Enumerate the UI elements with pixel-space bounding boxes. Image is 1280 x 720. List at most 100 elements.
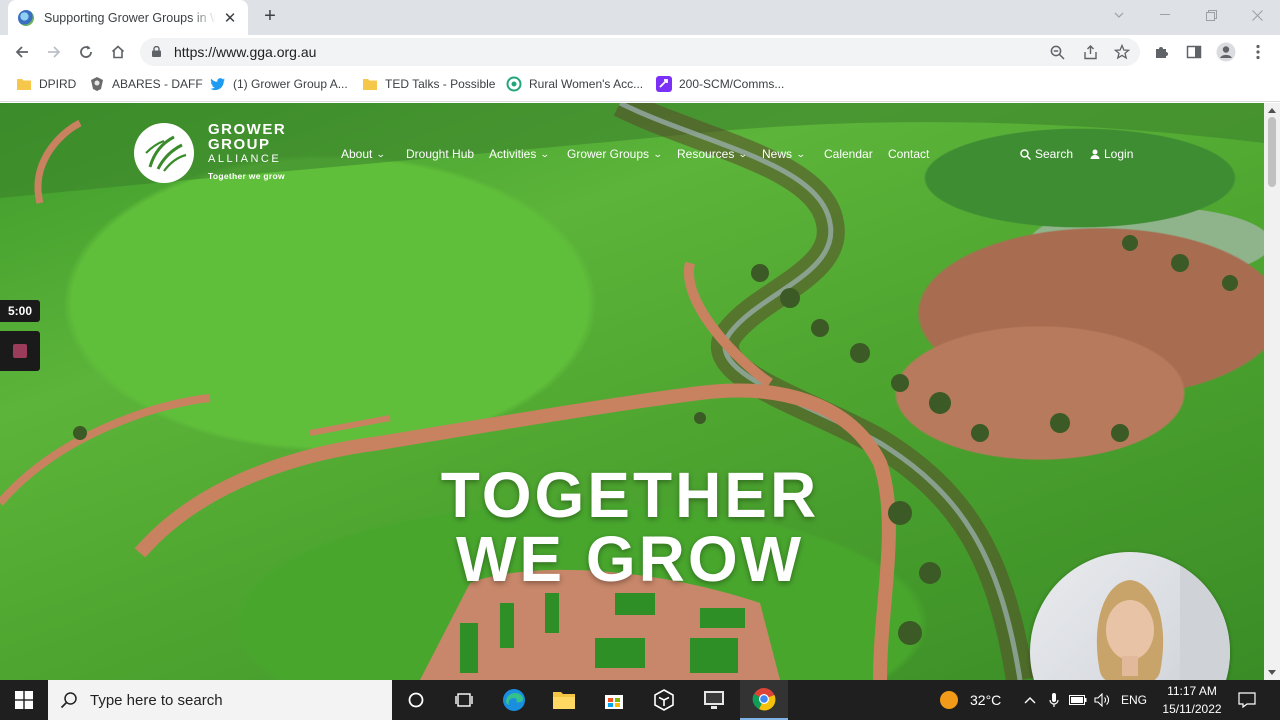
forward-arrow-icon[interactable] [41,39,67,65]
gga-logo[interactable]: GROWER GROUP ALLIANCE Together we grow [134,122,286,184]
nav-contact[interactable]: Contact [888,147,929,161]
nav-activities[interactable]: Activities ⌄ [489,147,551,161]
taskbar-search-box[interactable]: Type here to search [48,680,392,720]
logo-line-grower: GROWER [208,121,287,138]
tab-close-icon[interactable]: ✕ [222,9,238,27]
share-icon[interactable] [1080,42,1100,62]
show-hidden-icons-chevron-icon[interactable] [1018,680,1042,720]
battery-icon[interactable] [1066,680,1090,720]
nav-login[interactable]: Login [1090,147,1133,161]
logo-line-group: GROUP [208,136,271,153]
clock-time[interactable]: 11:17 AM [1162,684,1222,698]
chevron-down-icon: ⌄ [376,148,387,159]
extensions-puzzle-icon[interactable] [1149,39,1175,65]
user-icon [1090,149,1100,159]
nav-label: Resources [677,147,735,161]
stop-recording-button[interactable] [0,331,40,371]
bookmark-label: 200-SCM/Comms... [679,77,785,91]
hero-line-we-grow: WE GROW [455,523,805,595]
back-arrow-icon[interactable] [9,39,35,65]
logo-line-alliance: ALLIANCE [208,153,282,165]
notification-center-icon[interactable] [1230,680,1264,720]
rwa-icon [506,76,522,92]
crest-icon [89,76,105,92]
browser-toolbar: https://www.gga.org.au [0,35,1280,69]
chrome-taskbar-icon[interactable] [740,680,788,720]
url-text[interactable]: https://www.gga.org.au [174,44,316,60]
microsoft-store-icon[interactable] [590,680,638,720]
bookmark-dpird[interactable]: DPIRD [16,76,76,92]
search-icon [1020,148,1031,160]
home-icon[interactable] [105,39,131,65]
nav-label: About [341,147,373,161]
bookmark-label: (1) Grower Group A... [233,77,348,91]
nav-label: Grower Groups [567,147,650,161]
minimize-window-icon[interactable] [1142,0,1188,30]
bookmark-200-scm-comms[interactable]: 200-SCM/Comms... [656,76,784,92]
nav-about[interactable]: About ⌄ [341,147,387,161]
remote-desktop-icon[interactable] [690,680,738,720]
scroll-down-arrow-icon[interactable] [1268,670,1276,675]
twitter-icon [210,76,226,92]
gga-homepage-hero: GROWER GROUP ALLIANCE Together we grow A… [0,103,1264,680]
nav-label: News [762,147,793,161]
bookmark-label: TED Talks - Possible [385,77,496,91]
tab-title: Supporting Grower Groups in W [44,10,216,25]
nav-resources[interactable]: Resources ⌄ [677,147,748,161]
bookmark-star-icon[interactable] [1112,42,1132,62]
nav-news[interactable]: News ⌄ [762,147,806,161]
nav-calendar[interactable]: Calendar [824,147,873,161]
nav-label: Calendar [824,147,873,161]
page-vertical-scrollbar[interactable] [1264,103,1280,680]
hero-heading: TOGETHER WE GROW [360,463,900,591]
lock-icon[interactable] [152,46,161,57]
bookmark-rural-womens[interactable]: Rural Women's Acc... [506,76,643,92]
cortana-circle-icon[interactable] [392,680,440,720]
nav-drought-hub[interactable]: Drought Hub [406,147,474,161]
browser-tab-active[interactable]: Supporting Grower Groups in W ✕ [8,0,248,35]
weather-temperature[interactable]: 32°C [970,692,1001,708]
volume-speaker-icon[interactable] [1090,680,1114,720]
chevron-down-icon: ⌄ [795,148,806,159]
recording-timer: 5:00 [0,300,40,322]
scroll-up-arrow-icon[interactable] [1268,108,1276,113]
profile-avatar-icon[interactable] [1213,39,1239,65]
zoom-icon[interactable] [1047,42,1067,62]
side-panel-icon[interactable] [1181,39,1207,65]
close-window-icon[interactable] [1234,0,1280,30]
nav-search[interactable]: Search [1020,147,1073,161]
input-language-indicator[interactable]: ENG [1121,693,1147,707]
tab-search-chevron-icon[interactable] [1096,0,1142,30]
address-bar[interactable]: https://www.gga.org.au [140,38,1140,66]
hero-line-together: TOGETHER [440,459,820,531]
office-app-icon[interactable] [640,680,688,720]
chevron-down-icon: ⌄ [540,148,551,159]
bookmark-label: ABARES - DAFF [112,77,203,91]
chevron-down-icon: ⌄ [652,148,663,159]
browser-tab-strip: Supporting Grower Groups in W ✕ + [0,0,1280,35]
search-icon [60,692,77,709]
scrollbar-thumb[interactable] [1268,117,1276,187]
chrome-menu-kebab-icon[interactable] [1245,39,1271,65]
task-view-icon[interactable] [440,680,488,720]
nav-label: Activities [489,147,537,161]
restore-window-icon[interactable] [1188,0,1234,30]
windows-start-icon[interactable] [0,680,48,720]
logo-tagline: Together we grow [208,171,285,181]
login-label: Login [1104,147,1134,161]
nav-label: Contact [888,147,930,161]
reload-icon[interactable] [73,39,99,65]
site-favicon-icon [18,9,34,26]
clock-date[interactable]: 15/11/2022 [1156,702,1228,716]
microphone-icon[interactable] [1044,680,1064,720]
bookmark-abares[interactable]: ABARES - DAFF [89,76,203,92]
bookmarks-bar: DPIRD ABARES - DAFF (1) Grower Group A..… [0,69,1280,102]
nav-grower-groups[interactable]: Grower Groups ⌄ [567,147,663,161]
file-explorer-icon[interactable] [540,680,588,720]
bookmark-twitter-grower-group[interactable]: (1) Grower Group A... [210,76,348,92]
new-tab-button[interactable]: + [258,5,282,29]
bookmark-ted-talks[interactable]: TED Talks - Possible [362,76,495,92]
nav-label: Drought Hub [406,147,475,161]
edge-browser-icon[interactable] [490,680,538,720]
weather-sun-icon[interactable] [926,680,972,720]
